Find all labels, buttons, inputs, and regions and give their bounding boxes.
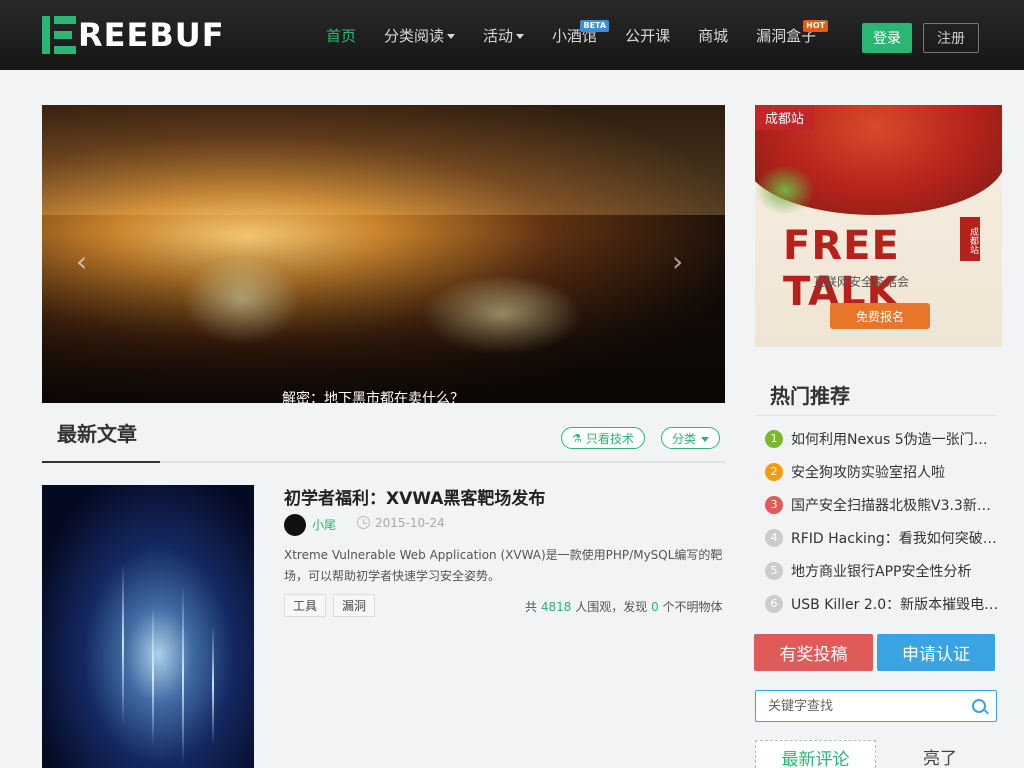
rank-badge: 2 xyxy=(765,462,783,481)
ad-location-tag: 成都站 xyxy=(755,105,815,130)
article-description: Xtreme Vulnerable Web Application (XVWA)… xyxy=(284,548,723,583)
author-avatar[interactable] xyxy=(284,514,306,536)
article-tag[interactable]: 工具 xyxy=(284,594,327,617)
article-date: 2015-10-24 xyxy=(375,516,445,530)
recommend-item-title[interactable]: USB Killer 2.0：新版本摧毁电脑算法 xyxy=(791,594,1001,614)
logo-f-mark xyxy=(42,16,76,54)
comment-count: 0 xyxy=(651,600,659,614)
rank-badge: 4 xyxy=(765,528,783,547)
ad-signup-button[interactable]: 免费报名 xyxy=(830,303,930,329)
slider-caption-bar: 解密：地下黑市都在卖什么？ xyxy=(42,387,725,403)
latest-articles-header: 最新文章 ⚗ 只看技术 分类 xyxy=(42,410,725,463)
chevron-down-icon xyxy=(701,436,710,442)
author-name[interactable]: 小尾 xyxy=(312,516,336,533)
beta-badge: BETA xyxy=(580,20,610,32)
stats-prefix: 共 xyxy=(525,600,538,614)
article-thumbnail[interactable] xyxy=(42,485,254,768)
rank-badge: 6 xyxy=(765,594,783,613)
login-button[interactable]: 登录 xyxy=(862,23,912,53)
nav-label: 商城 xyxy=(698,26,729,45)
article-tag[interactable]: 漏洞 xyxy=(333,594,376,617)
tech-only-filter-button[interactable]: ⚗ 只看技术 xyxy=(561,427,645,449)
tab-latest-comments[interactable]: 最新评论 xyxy=(755,740,876,768)
hot-badge: HOT xyxy=(803,20,829,32)
recommend-item[interactable]: 1 如何利用Nexus 5伪造一张门禁卡 xyxy=(765,422,1002,455)
slider-image-crowd xyxy=(42,233,725,403)
recommend-item-title[interactable]: 地方商业银行APP安全性分析 xyxy=(791,561,1001,581)
tab-latest-articles[interactable]: 最新文章 xyxy=(42,410,160,463)
rank-badge: 5 xyxy=(765,561,783,580)
slider-next-icon[interactable]: › xyxy=(672,245,683,278)
top-navbar: REEBUF 首页 分类阅读 活动 小酒馆 BETA 公开课 商城 漏洞盒子 H… xyxy=(0,0,1024,70)
ad-city-stamp: 成都站 xyxy=(960,217,980,261)
flask-icon: ⚗ xyxy=(572,431,582,445)
nav-item-tavern[interactable]: 小酒馆 BETA xyxy=(538,0,611,70)
recommend-item-title[interactable]: 安全狗攻防实验室招人啦 xyxy=(791,462,1001,482)
certify-button[interactable]: 申请认证 xyxy=(877,634,995,671)
nav-label: 分类阅读 xyxy=(384,26,445,45)
slider-prev-icon[interactable]: ‹ xyxy=(76,245,87,278)
slider-image-awning xyxy=(42,105,725,215)
contribute-button[interactable]: 有奖投稿 xyxy=(754,634,873,671)
nav-item-events[interactable]: 活动 xyxy=(469,0,538,70)
recommend-title: 热门推荐 xyxy=(770,384,850,408)
nav-label: 首页 xyxy=(326,26,357,45)
recommend-item-title[interactable]: 如何利用Nexus 5伪造一张门禁卡 xyxy=(791,429,1001,449)
clock-icon xyxy=(357,516,370,529)
recommend-list: 1 如何利用Nexus 5伪造一张门禁卡 2 安全狗攻防实验室招人啦 3 国产安全扫描器北… xyxy=(765,422,1002,620)
nav-label: 活动 xyxy=(483,26,514,45)
recommend-item[interactable]: 3 国产安全扫描器北极熊V3.3新版发布 xyxy=(765,488,1002,521)
category-dropdown[interactable]: 分类 xyxy=(661,427,721,449)
recommend-header: 热门推荐 xyxy=(755,370,997,416)
recommend-item-title[interactable]: RFID Hacking：看我如何突破门禁系统 xyxy=(791,528,1001,548)
comments-tabs: 最新评论 亮了 xyxy=(755,740,1002,768)
chevron-down-icon xyxy=(516,33,525,39)
nav-item-vulbox[interactable]: 漏洞盒子 HOT xyxy=(742,0,830,70)
freetalk-ad-banner[interactable]: 成都站 FREE TALK 成都站 互联网安全茶话会 免费报名 xyxy=(755,105,1002,347)
register-button[interactable]: 注册 xyxy=(923,23,979,53)
chevron-down-icon xyxy=(447,33,456,39)
nav-item-home[interactable]: 首页 xyxy=(312,0,370,70)
recommend-item[interactable]: 5 地方商业银行APP安全性分析 xyxy=(765,554,1002,587)
freebuf-logo[interactable]: REEBUF xyxy=(42,15,225,55)
search-box xyxy=(755,690,997,722)
recommend-item[interactable]: 6 USB Killer 2.0：新版本摧毁电脑算法 xyxy=(765,587,1002,620)
article-stats: 共 4818 人围观，发现 0 个不明物体 xyxy=(525,598,723,615)
nav-label: 公开课 xyxy=(625,26,671,45)
featured-slider[interactable]: ‹ › 解密：地下黑市都在卖什么？ xyxy=(42,105,725,403)
recommend-item-title[interactable]: 国产安全扫描器北极熊V3.3新版发布 xyxy=(791,495,1001,515)
search-input[interactable] xyxy=(756,691,966,721)
category-label: 分类 xyxy=(672,431,697,446)
ad-subtitle: 互联网安全茶话会 xyxy=(813,275,910,289)
recommend-item[interactable]: 2 安全狗攻防实验室招人啦 xyxy=(765,455,1002,488)
search-icon[interactable] xyxy=(972,699,986,713)
main-nav: 首页 分类阅读 活动 小酒馆 BETA 公开课 商城 漏洞盒子 HOT xyxy=(312,0,830,70)
slider-caption[interactable]: 解密：地下黑市都在卖什么？ xyxy=(282,387,464,403)
nav-item-open-course[interactable]: 公开课 xyxy=(611,0,684,70)
article-title[interactable]: 初学者福利：XVWA黑客靶场发布 xyxy=(284,484,545,509)
tab-liked[interactable]: 亮了 xyxy=(880,740,1000,768)
rank-badge: 1 xyxy=(765,429,783,448)
recommend-item[interactable]: 4 RFID Hacking：看我如何突破门禁系统 xyxy=(765,521,1002,554)
filter-label: 只看技术 xyxy=(585,431,634,446)
stats-suffix: 个不明物体 xyxy=(662,600,723,614)
stats-mid: 人围观，发现 xyxy=(575,600,648,614)
reader-count: 4818 xyxy=(540,600,572,614)
nav-item-categories[interactable]: 分类阅读 xyxy=(370,0,469,70)
logo-text: REEBUF xyxy=(78,16,225,54)
nav-item-mall[interactable]: 商城 xyxy=(684,0,742,70)
vegetable-image xyxy=(755,165,815,215)
rank-badge: 3 xyxy=(765,495,783,514)
